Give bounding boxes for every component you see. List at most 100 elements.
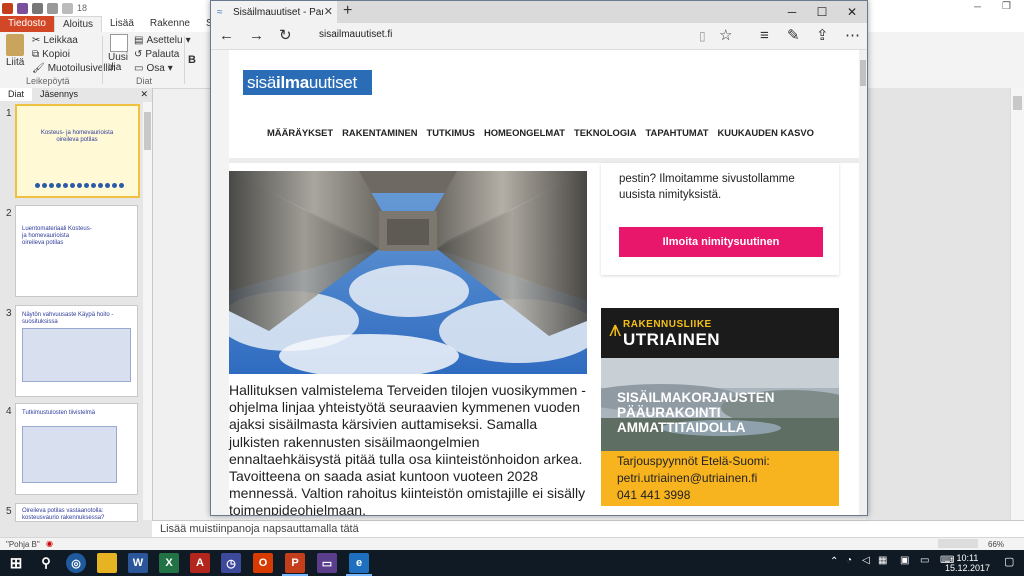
scrollbar-thumb[interactable] — [860, 60, 866, 86]
redo-icon[interactable] — [47, 2, 58, 14]
tray-icon[interactable]: ▣ — [900, 555, 909, 566]
scrollbar-thumb[interactable] — [1013, 96, 1022, 110]
bold-icon[interactable]: B — [188, 54, 196, 66]
tab-close-icon[interactable]: ✕ — [324, 5, 333, 18]
slide-table — [22, 426, 117, 483]
word-icon[interactable]: W — [128, 553, 148, 573]
refresh-icon[interactable]: ↻ — [279, 26, 292, 46]
scrollbar-thumb[interactable] — [144, 112, 151, 150]
forward-icon[interactable]: → — [249, 26, 264, 46]
close-panel-icon[interactable]: ✕ — [136, 88, 152, 101]
cut-label: Leikkaa — [43, 35, 78, 46]
nav-item-tutkimus[interactable]: TUTKIMUS — [427, 127, 475, 138]
cut-button[interactable]: ✂ Leikkaa — [32, 35, 78, 46]
slides-panel-scrollbar[interactable] — [143, 102, 152, 520]
nav-item-kuukauden-kasvo[interactable]: KUUKAUDEN KASVO — [718, 127, 814, 138]
notify-appointment-button[interactable]: Ilmoita nimitysuutinen — [619, 227, 823, 257]
slides-group-label: Diat — [136, 76, 153, 86]
address-bar[interactable]: sisailmauutiset.fi — [319, 29, 392, 40]
article-lead-text: Hallituksen valmistelema Terveiden tiloj… — [229, 382, 586, 515]
minimize-button[interactable]: ─ — [777, 1, 807, 23]
slide-thumbnail-2[interactable]: Luentomateriaali Kosteus- ja homevaurioi… — [15, 205, 138, 297]
search-icon[interactable]: ⚲ — [36, 553, 56, 573]
ad-contact-email[interactable]: petri.utriainen@utriainen.fi — [617, 471, 757, 485]
new-slide-button[interactable]: Uusi dia — [108, 34, 130, 73]
slide-thumbnail-5[interactable]: Oireileva potilas vastaanotolla: kosteus… — [15, 503, 138, 522]
nav-item-tapahtumat[interactable]: TAPAHTUMAT — [646, 127, 709, 138]
browser-toolbar: ← → ↻ sisailmauutiset.fi ▯ ☆ ≡ ✎ ⇪ ⋯ — [211, 23, 867, 50]
taskbar: ⊞ ⚲ ◎ W X A ◷ O P ▭ e ⌃ ◔ ◁ ▦ ▣ ▭ ⌨ 10:1… — [0, 550, 1024, 576]
tab-outline[interactable]: Jäsennys — [32, 88, 86, 101]
edge-taskbar-icon[interactable]: e — [349, 553, 369, 573]
close-window-button[interactable]: ✕ — [837, 1, 867, 23]
slide-scrollbar[interactable] — [1010, 88, 1024, 520]
tab-insert[interactable]: Lisää — [102, 16, 142, 32]
nav-item-rakentaminen[interactable]: RAKENTAMINEN — [342, 127, 417, 138]
section-button[interactable]: ▭ Osa ▾ — [134, 63, 173, 74]
slide-thumbnail-3[interactable]: Näytön vahvuusaste Käypä hoito -suosituk… — [15, 305, 138, 397]
ad-contact-phone[interactable]: 041 441 3998 — [617, 488, 690, 502]
nav-item-maaraykset[interactable]: MÄÄRÄYKSET — [267, 127, 333, 138]
app-icon[interactable]: ◷ — [221, 553, 241, 573]
tab-slides[interactable]: Diat — [0, 88, 33, 101]
article-image[interactable] — [229, 171, 587, 374]
file-explorer-icon[interactable] — [97, 553, 117, 573]
logo-text-part: sisä — [247, 73, 277, 92]
font-size-box[interactable]: 18 — [77, 3, 87, 13]
status-bar: "Pohja B" ◉ 66% — [0, 537, 1024, 551]
new-tab-icon[interactable]: + — [343, 2, 352, 20]
page-scrollbar[interactable] — [859, 50, 867, 515]
brush-icon: 🖌 — [32, 63, 45, 74]
format-painter-label: Muotoilusivellin — [47, 63, 116, 74]
browser-icon[interactable]: ◎ — [66, 553, 86, 573]
slide-thumbnail-1[interactable]: Kosteus- ja homevaurioista oireileva pot… — [15, 104, 140, 198]
volume-icon[interactable]: ◁ — [862, 555, 870, 566]
powerpoint-taskbar-icon[interactable]: P — [285, 553, 305, 573]
presentation-icon[interactable] — [62, 2, 73, 14]
back-icon[interactable]: ← — [219, 26, 234, 46]
tab-design[interactable]: Rakenne — [142, 16, 198, 32]
reading-view-icon[interactable]: ▯ — [699, 26, 706, 46]
reset-button[interactable]: ↺ Palauta — [134, 49, 179, 60]
site-logo[interactable]: sisäilmauutiset — [243, 70, 372, 95]
nav-item-teknologia[interactable]: TEKNOLOGIA — [574, 127, 637, 138]
ribbon-separator — [102, 36, 103, 84]
favorite-star-icon[interactable]: ☆ — [719, 26, 732, 46]
office-icon[interactable]: O — [253, 553, 273, 573]
app-icon[interactable]: ▭ — [317, 553, 337, 573]
zoom-level[interactable]: 66% — [988, 540, 1004, 549]
notes-pane[interactable]: Lisää muistiinpanoja napsauttamalla tätä — [152, 520, 1024, 538]
layout-button[interactable]: ▤ Asettelu ▾ — [134, 35, 191, 46]
tab-home[interactable]: Aloitus — [53, 16, 102, 32]
pp-minimize-button[interactable]: ─ — [974, 2, 981, 13]
web-note-icon[interactable]: ✎ — [787, 26, 800, 46]
compass-logo-icon: ⩚ — [609, 316, 622, 341]
network-icon[interactable]: ▦ — [878, 555, 887, 566]
tray-icon[interactable]: ◔ — [846, 555, 852, 566]
pp-restore-button[interactable]: ❐ — [1002, 1, 1011, 12]
slide-thumbnail-4[interactable]: Tutkimustulosten tiivistelmä — [15, 403, 138, 495]
tab-file[interactable]: Tiedosto — [0, 16, 54, 32]
hub-icon[interactable]: ≡ — [760, 26, 769, 46]
slide-thumbnail-title: Luentomateriaali Kosteus- ja homevaurioi… — [22, 226, 92, 246]
battery-icon[interactable]: ▭ — [920, 555, 929, 566]
paste-button[interactable]: Liitä — [6, 34, 24, 68]
copy-button[interactable]: ⧉ Kopioi — [32, 49, 70, 60]
maximize-button[interactable]: ☐ — [807, 1, 837, 23]
more-icon[interactable]: ⋯ — [845, 26, 860, 46]
undo-icon[interactable] — [32, 2, 43, 14]
notifications-icon[interactable]: ▢ — [1004, 555, 1014, 568]
nav-item-homeongelmat[interactable]: HOMEONGELMAT — [484, 127, 565, 138]
share-icon[interactable]: ⇪ — [816, 26, 829, 46]
windows-start-icon[interactable]: ⊞ — [6, 553, 26, 573]
pdf-reader-icon[interactable]: A — [190, 553, 210, 573]
clock[interactable]: 10:11 15.12.2017 — [945, 553, 990, 573]
advertisement-banner[interactable]: ⩚ RAKENNUSLIIKE UTRIAINEN SISÄILMAKORJAU… — [601, 308, 839, 506]
view-buttons[interactable] — [938, 539, 978, 548]
tray-up-arrow-icon[interactable]: ⌃ — [830, 556, 838, 567]
browser-tab[interactable]: ≈ Sisäilmauutiset - Paremp ✕ — [211, 1, 337, 23]
layout-icon: ▤ — [134, 35, 144, 46]
save-icon[interactable] — [17, 2, 28, 14]
excel-icon[interactable]: X — [159, 553, 179, 573]
paste-icon — [6, 34, 25, 56]
